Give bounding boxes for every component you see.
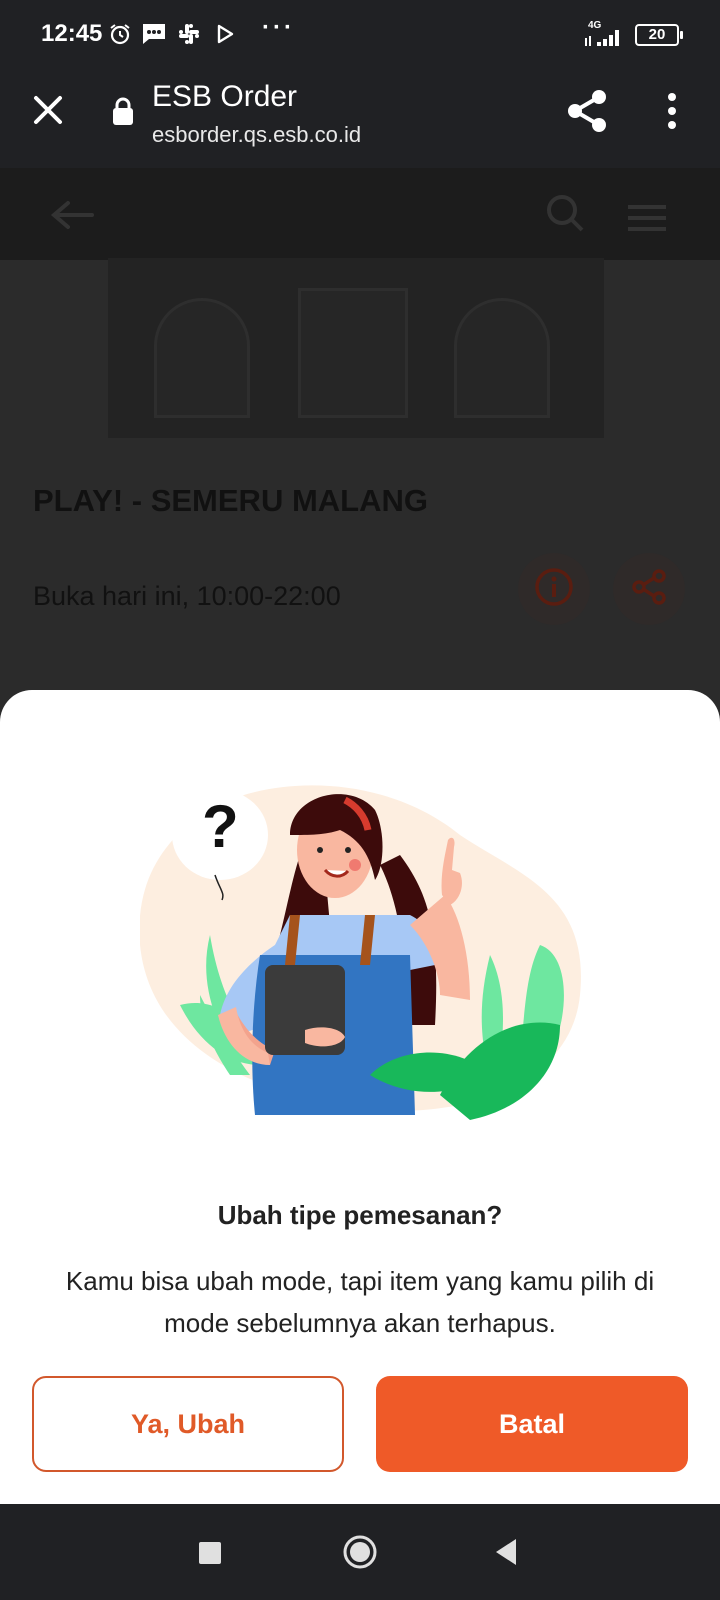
question-mark: ?	[202, 793, 239, 860]
overflow-menu-icon[interactable]	[660, 88, 684, 134]
cancel-label: Batal	[498, 1408, 566, 1439]
battery-icon: 20	[635, 24, 683, 46]
banner-arch-left	[154, 298, 250, 418]
store-hours: Buka hari ini, 10:00-22:00	[33, 581, 341, 611]
dialog-message: Kamu bisa ubah mode, tapi item yang kamu…	[65, 1266, 655, 1338]
slack-icon	[176, 21, 202, 47]
confirm-change-label: Ya, Ubah	[130, 1408, 246, 1439]
lock-icon	[111, 96, 135, 126]
banner-door	[298, 288, 408, 418]
search-icon	[545, 193, 585, 233]
change-order-type-dialog: ? Ubah tipe pemesanan? Kamu bisa ubah mo…	[0, 690, 720, 1504]
page-url: esborder.qs.esb.co.id	[152, 122, 362, 147]
more-dots-icon: ···	[262, 14, 295, 41]
recents-icon[interactable]	[199, 1542, 221, 1564]
share-store-button	[613, 553, 685, 625]
home-icon[interactable]	[342, 1534, 378, 1570]
share-icon[interactable]	[565, 88, 609, 134]
hamburger-menu-icon	[628, 204, 666, 232]
browser-toolbar: ESB Order esborder.qs.esb.co.id	[0, 68, 720, 168]
signal-icon	[585, 30, 623, 53]
confirm-change-button[interactable]: Ya, Ubah	[32, 1376, 344, 1472]
cancel-button[interactable]: Batal	[376, 1376, 688, 1472]
page-title: ESB Order	[152, 80, 298, 113]
message-icon	[141, 21, 167, 47]
store-banner-image	[108, 258, 604, 438]
info-icon	[534, 567, 574, 612]
alarm-icon	[107, 21, 133, 47]
status-time: 12:45	[41, 20, 103, 47]
close-icon[interactable]	[28, 90, 68, 130]
back-arrow-icon	[50, 200, 94, 230]
store-page-header	[0, 168, 720, 260]
play-store-icon	[212, 21, 238, 47]
info-button	[518, 553, 590, 625]
back-icon[interactable]	[494, 1537, 518, 1567]
confused-waitress-illustration: ?	[140, 785, 581, 1120]
dialog-title: Ubah tipe pemesanan?	[217, 1200, 503, 1230]
share-icon	[629, 567, 669, 612]
status-bar: 12:45 ··· 4G 20	[0, 0, 720, 68]
banner-arch-right	[454, 298, 550, 418]
system-nav-bar	[0, 1504, 720, 1600]
store-name: PLAY! - SEMERU MALANG	[33, 483, 428, 518]
